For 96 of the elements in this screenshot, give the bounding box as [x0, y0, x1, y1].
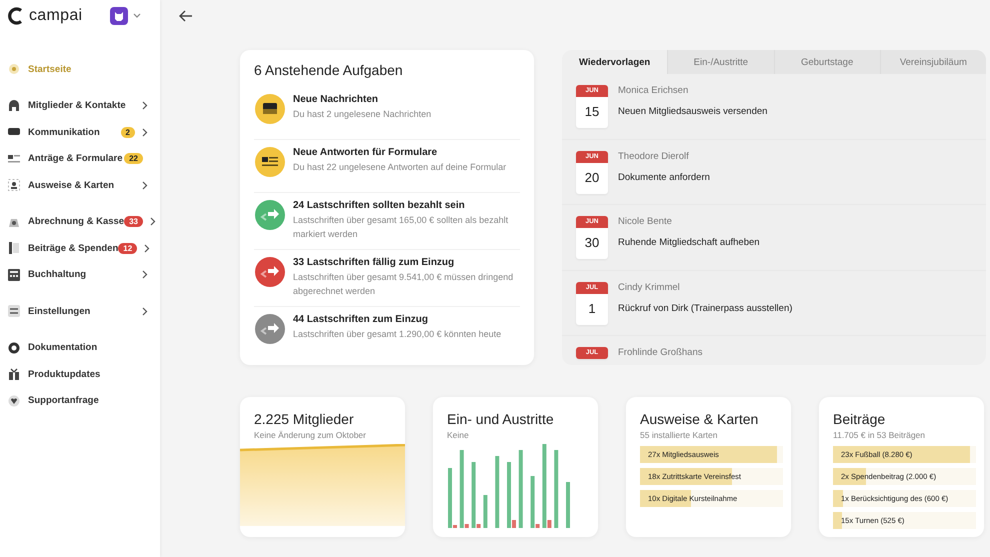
- card-title: 6 Anstehende Aufgaben: [254, 62, 404, 78]
- task-title: 44 Lastschriften zum Einzug: [293, 314, 430, 325]
- sidebar-item-label: Ausweise & Karten: [28, 180, 116, 191]
- card-subtitle: Keine Änderung zum Oktober: [254, 430, 367, 440]
- reminder-task: Ruhende Mitgliedschaft aufheben: [618, 237, 760, 248]
- card-title: Beiträge: [833, 411, 886, 427]
- exit-bar: [512, 520, 516, 528]
- task-title: Neue Nachrichten: [293, 94, 380, 105]
- task-description: Lastschriften über gesamt 165,00 € sollten als bezahlt markiert werden: [293, 214, 510, 241]
- calendar-day: 1: [576, 294, 608, 324]
- sidebar-item-label: Beiträge & Spenden: [28, 242, 118, 254]
- sidebar-icon: [8, 394, 20, 407]
- entry-bar: [530, 476, 535, 528]
- count-badge: 2: [120, 126, 135, 138]
- back-button[interactable]: [178, 8, 194, 24]
- tab[interactable]: Vereinsjubiläum: [880, 50, 986, 74]
- task-item[interactable]: Neue Antworten für Formulare Du hast 22 ungelesene Antworten auf deine Formular: [254, 140, 520, 193]
- entry-bar: [483, 495, 488, 528]
- count-badge: 33: [124, 216, 143, 228]
- task-description: Lastschriften über gesamt 9.541,00 € müssen dringend abgerechnet werden: [293, 271, 514, 298]
- sidebar-item[interactable]: Mitglieder & Kontakte: [0, 92, 160, 119]
- task-item[interactable]: 44 Lastschriften zum Einzug Lastschriften über gesamt 1.290,00 € könnten heute: [254, 307, 520, 360]
- contact-name: Cindy Krimmel: [618, 282, 681, 292]
- task-item[interactable]: Neue Nachrichten Du hast 2 ungelesene Nachrichten: [254, 87, 520, 140]
- sidebar-item-label: Dokumentation: [28, 342, 98, 354]
- card-subtitle: Keine: [447, 430, 470, 440]
- sidebar-item-label: Buchhaltung: [28, 269, 88, 280]
- task-title: Neue Antworten für Formulare: [293, 147, 438, 158]
- sidebar-icon: [8, 268, 20, 281]
- sidebar-item-label: Abrechnung & Kasse: [28, 216, 124, 228]
- sidebar-item-label: Einstellungen: [28, 306, 92, 317]
- sidebar-item-label: Mitglieder & Kontakte: [28, 100, 127, 112]
- avatar-icon: [110, 7, 128, 25]
- sidebar-item[interactable]: Einstellungen: [0, 298, 160, 324]
- entry-bar: [448, 468, 452, 528]
- exit-bar: [453, 525, 457, 528]
- sidebar-item-label: Anträge & Formulare: [28, 153, 124, 164]
- sidebar-item[interactable]: Anträge & Formulare 22: [0, 146, 160, 172]
- task-item[interactable]: 24 Lastschriften sollten bezahlt sein Lastschriften über gesamt 165,00 € sollten als bezahlt markiert werden: [254, 193, 520, 250]
- calendar-day: 15: [576, 97, 608, 127]
- sidebar-icon: [8, 342, 20, 354]
- entry-bar: [472, 462, 476, 528]
- sidebar-icon: [8, 152, 20, 165]
- sidebar-item[interactable]: Beiträge & Spenden 12: [0, 235, 160, 262]
- exit-bar: [547, 520, 552, 528]
- logo-text: campai: [29, 7, 82, 25]
- entry-bar: [566, 482, 570, 528]
- card-title: 2.225 Mitglieder: [254, 411, 355, 427]
- contact-name: Frohlinde Großhans: [618, 347, 702, 358]
- sidebar-item[interactable]: Supportanfrage: [0, 388, 160, 414]
- sidebar-item[interactable]: Buchhaltung: [0, 262, 160, 288]
- sidebar-item[interactable]: Ausweise & Karten: [0, 172, 160, 198]
- sidebar-item-label: Produktupdates: [28, 368, 102, 380]
- sidebar-icon: [8, 305, 20, 318]
- entry-bar: [495, 456, 500, 528]
- reminder-task: Dokumente anfordern: [618, 172, 710, 182]
- task-description: Du hast 2 ungelesene Nachrichten: [293, 108, 432, 121]
- card-title: Ein- und Austritte: [447, 411, 555, 427]
- reminder-task: Neuen Mitgliedsausweis versenden: [618, 106, 768, 117]
- sidebar-icon: [8, 179, 20, 192]
- sidebar-item[interactable]: Abrechnung & Kasse 33: [0, 208, 160, 235]
- sidebar-item-label: Kommunikation: [28, 126, 101, 138]
- calendar-day: 30: [576, 228, 608, 258]
- exit-bar: [464, 524, 469, 528]
- back-arrow-icon: [179, 10, 193, 22]
- sidebar-icon: [8, 242, 20, 254]
- count-badge: 22: [124, 153, 143, 164]
- sidebar-item[interactable]: Produktupdates: [0, 361, 160, 388]
- calendar-day: 20: [576, 162, 608, 192]
- card-subtitle: 11.705 € in 53 Beiträgen: [833, 430, 926, 440]
- tab[interactable]: Geburtstage: [774, 50, 880, 74]
- task-description: Du hast 22 ungelesene Antworten auf deine Formular: [293, 161, 506, 174]
- exit-bar: [476, 524, 481, 528]
- entry-bar: [507, 462, 511, 528]
- exit-bar: [536, 524, 540, 528]
- task-description: Lastschriften über gesamt 1.290,00 € könnten heute: [293, 328, 502, 341]
- reminder-task: Rückruf von Dirk (Trainerpass ausstellen): [618, 302, 792, 314]
- task-item[interactable]: 33 Lastschriften fällig zum Einzug Lastschriften über gesamt 9.541,00 € müssen dringend abgerechnet werden: [254, 250, 520, 307]
- sidebar-icon: [8, 100, 20, 112]
- card-title: Ausweise & Karten: [640, 411, 760, 427]
- chevron-down-icon: [133, 13, 141, 19]
- sidebar-item-label: Startseite: [28, 64, 72, 75]
- task-title: 33 Lastschriften fällig zum Einzug: [293, 257, 456, 268]
- contact-name: Monica Erichsen: [618, 85, 690, 96]
- sidebar-item[interactable]: Dokumentation: [0, 334, 160, 361]
- task-title: 24 Lastschriften sollten bezahlt sein: [293, 200, 466, 211]
- sidebar-icon: [8, 368, 20, 380]
- contact-name: Nicole Bente: [618, 216, 673, 227]
- contact-name: Theodore Dierolf: [618, 150, 690, 162]
- card-subtitle: 55 installierte Karten: [640, 430, 718, 440]
- sidebar-item-label: Supportanfrage: [28, 395, 100, 406]
- count-badge: 12: [118, 242, 138, 254]
- sidebar-item[interactable]: Kommunikation 2: [0, 119, 160, 146]
- sidebar-icon: [8, 63, 20, 76]
- tab[interactable]: Ein-/Austritte: [667, 50, 774, 74]
- logo-icon: [8, 7, 24, 25]
